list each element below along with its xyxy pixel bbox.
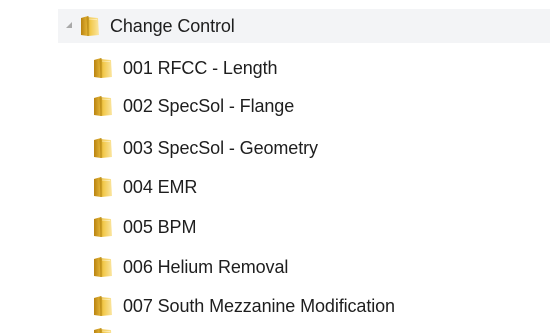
folder-tree: Change Control 001 RFCC - Length 002 Spe… [0,0,550,333]
folder-icon [93,57,113,79]
tree-node-label: 004 EMR [123,177,198,197]
tree-node-label: Change Control [110,16,235,36]
folder-icon [93,176,113,198]
folder-icon [93,295,113,317]
folder-icon [93,256,113,278]
folder-icon [80,15,100,37]
folder-icon [93,216,113,238]
tree-node-change-control[interactable]: Change Control [58,9,550,43]
tree-node-003[interactable]: 003 SpecSol - Geometry [93,132,318,164]
tree-node-label: 002 SpecSol - Flange [123,96,295,116]
tree-node-label: 007 South Mezzanine Modification [123,296,395,316]
tree-node-005[interactable]: 005 BPM [93,211,196,243]
folder-icon [93,95,113,117]
tree-node-label: 001 RFCC - Length [123,58,278,78]
tree-node-label: 005 BPM [123,217,197,237]
triangle-expanded-icon[interactable] [62,18,76,32]
tree-node-007[interactable]: 007 South Mezzanine Modification [93,290,395,322]
tree-node-006[interactable]: 006 Helium Removal [93,251,288,283]
tree-node-label: 003 SpecSol - Geometry [123,138,318,158]
tree-node-001[interactable]: 001 RFCC - Length [93,52,277,84]
folder-icon [93,327,113,333]
folder-icon [93,137,113,159]
tree-node-002[interactable]: 002 SpecSol - Flange [93,90,294,122]
tree-node-004[interactable]: 004 EMR [93,171,197,203]
tree-node-label: 006 Helium Removal [123,257,289,277]
